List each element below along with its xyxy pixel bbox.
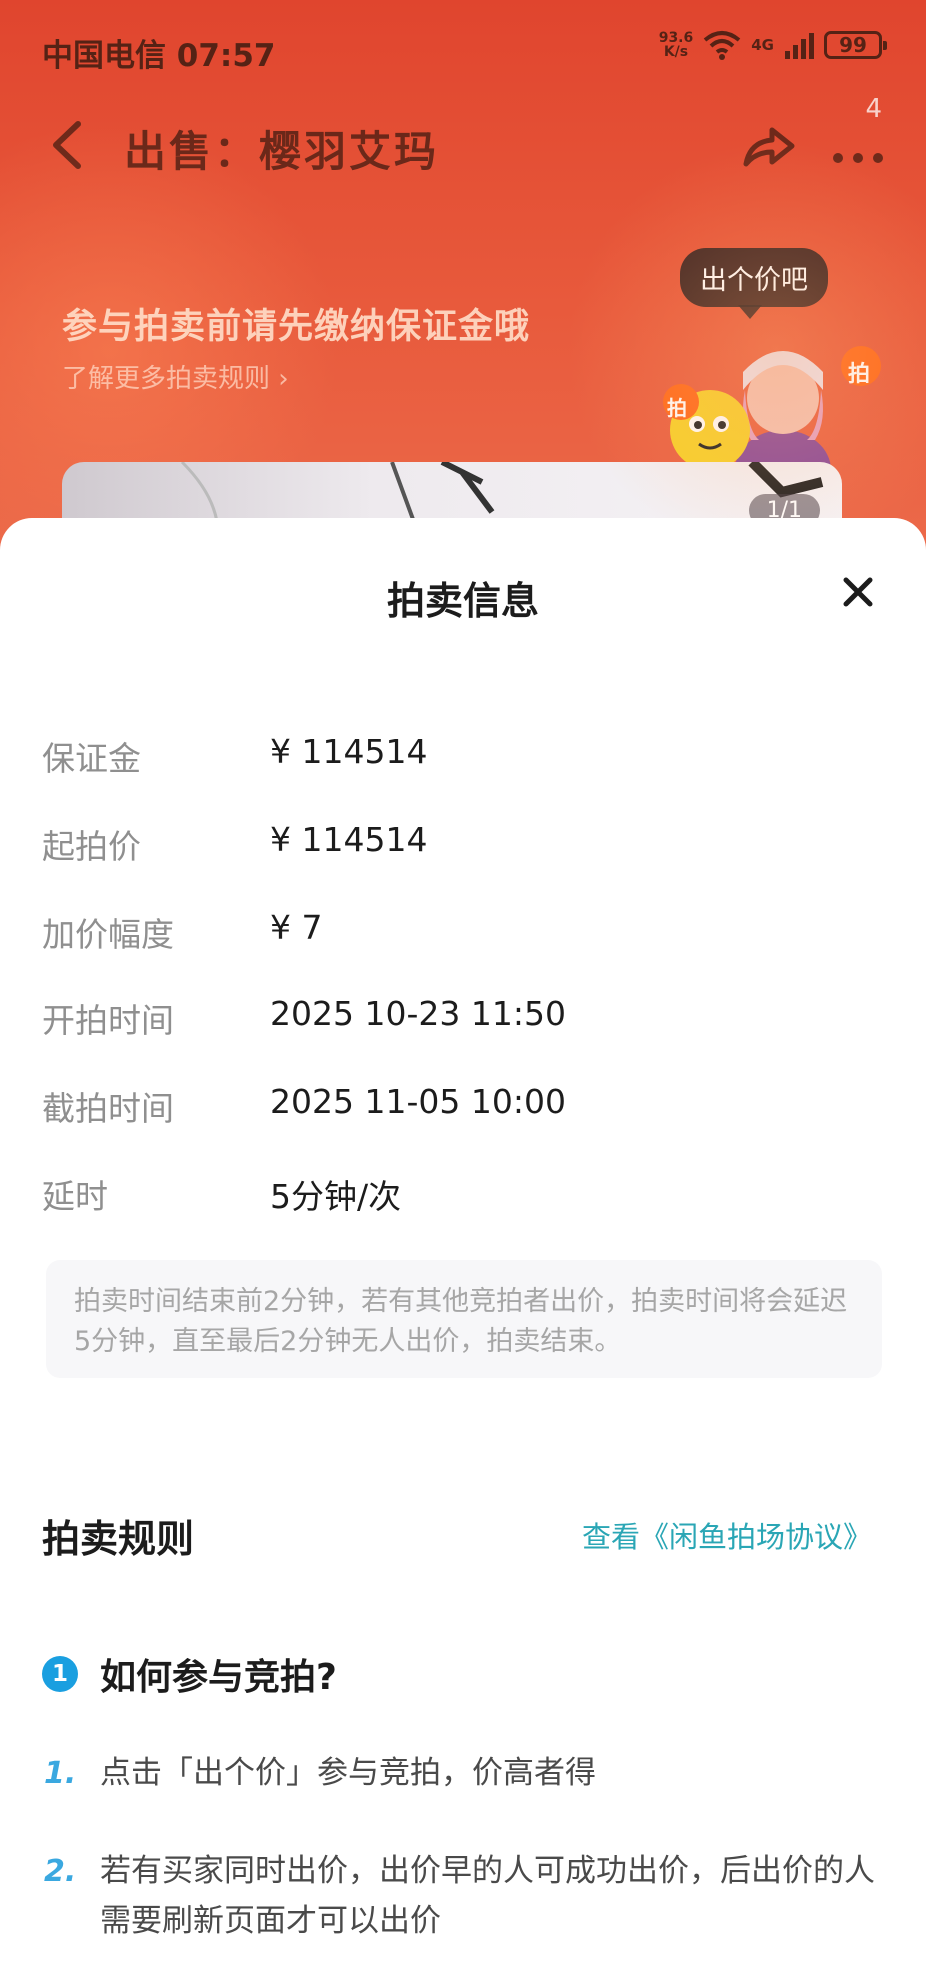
step-text: 若有买家同时出价，出价早的人可成功出价，后出价的人需要刷新页面才可以出价: [100, 1853, 875, 1939]
page-header-background: 中国电信 07:57 93.6 K/s 4G 99 出售：樱羽艾玛 4 出个价吧…: [0, 0, 926, 560]
share-icon[interactable]: [740, 118, 796, 174]
battery-indicator: 99: [824, 31, 887, 59]
info-label: 开拍时间: [42, 1001, 174, 1040]
info-label: 延时: [42, 1177, 108, 1216]
back-arrow-icon[interactable]: [44, 118, 90, 172]
clock: 07:57: [176, 38, 276, 74]
auction-info-sheet: 拍卖信息 保证金 ¥ 114514 起拍价 ¥ 114514 加价幅度 ¥ 7 …: [0, 518, 926, 1969]
status-bar: 中国电信 07:57 93.6 K/s 4G 99: [0, 0, 926, 100]
info-label: 截拍时间: [42, 1089, 174, 1128]
info-value: 2025 11-05 10:00: [270, 1082, 566, 1121]
network-speed-value: 93.6: [658, 30, 694, 46]
status-carrier-time: 中国电信 07:57: [42, 30, 275, 75]
info-value: ¥ 114514: [270, 732, 428, 771]
step-text: 点击「出个价」参与竞拍，价高者得: [100, 1755, 596, 1791]
more-options-icon[interactable]: [828, 116, 888, 176]
info-value: ¥ 114514: [270, 820, 428, 859]
close-icon[interactable]: [840, 574, 876, 610]
auction-rules-title: 拍卖规则: [42, 1517, 195, 1561]
nav-bar: 出售：樱羽艾玛 4: [0, 94, 926, 190]
network-speed-unit: K/s: [663, 44, 689, 60]
info-value: ¥ 7: [270, 908, 323, 947]
faq-number-badge: 1: [42, 1656, 78, 1692]
view-agreement-link[interactable]: 查看《闲鱼拍场协议》: [582, 1514, 872, 1556]
wifi-icon: [703, 31, 741, 60]
step-number: 2.: [44, 1854, 77, 1889]
info-label: 加价幅度: [42, 915, 174, 954]
network-speed: 93.6 K/s: [659, 31, 694, 59]
mascot-badge-left: 拍: [667, 396, 687, 420]
faq-title: 如何参与竞拍?: [100, 1657, 337, 1698]
auction-mascot-illustration: [663, 346, 881, 510]
info-label: 保证金: [42, 739, 141, 778]
sheet-title: 拍卖信息: [386, 579, 539, 623]
extension-rule-note: 拍卖时间结束前2分钟，若有其他竞拍者出价，拍卖时间将会延迟5分钟，直至最后2分钟…: [46, 1260, 882, 1378]
network-type: 4G: [751, 36, 774, 54]
status-indicators: 93.6 K/s 4G 99: [659, 30, 887, 60]
make-offer-bubble[interactable]: 出个价吧: [680, 248, 828, 319]
carrier-name: 中国电信: [42, 38, 166, 74]
step-number: 1.: [44, 1756, 77, 1791]
info-value: 2025 10-23 11:50: [270, 994, 566, 1033]
info-label: 起拍价: [42, 827, 141, 866]
cell-signal-icon: [785, 33, 814, 59]
deposit-notice-title: 参与拍卖前请先缴纳保证金哦: [62, 307, 531, 347]
info-value: 5分钟/次: [270, 1177, 402, 1216]
page-title: 出售：樱羽艾玛: [124, 127, 440, 176]
mascot-badge-right: 拍: [848, 362, 871, 387]
auction-rules-link[interactable]: 了解更多拍卖规则 ›: [62, 358, 289, 395]
